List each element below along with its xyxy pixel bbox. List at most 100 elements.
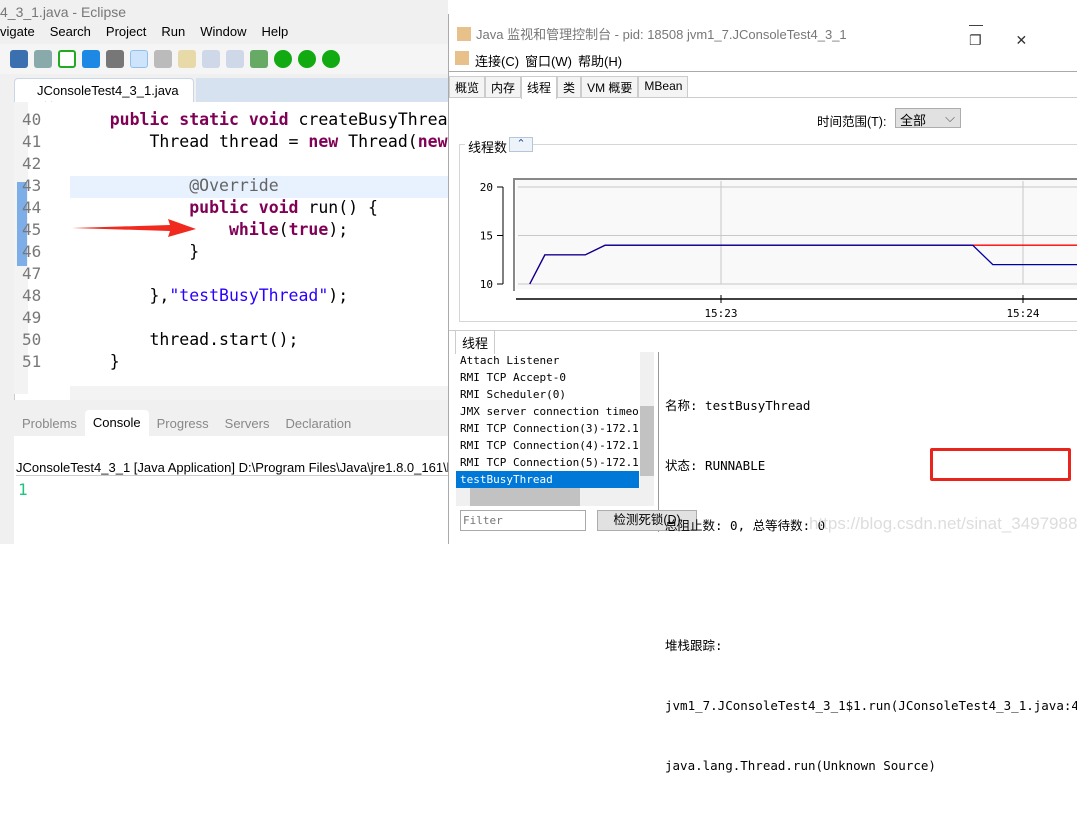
red-arrow-annotation xyxy=(72,219,196,237)
time-range-select[interactable]: 全部 ⌵ xyxy=(895,108,961,128)
menu-bar: 连接(C) 窗口(W) 帮助(H) xyxy=(455,51,622,70)
time-range-label: 时间范围(T): xyxy=(817,115,887,129)
code-line[interactable]: } xyxy=(70,242,199,261)
menu-item[interactable]: Project xyxy=(106,24,146,39)
vertical-scrollbar[interactable] xyxy=(640,352,654,506)
tab[interactable]: 类 xyxy=(557,76,582,97)
java-icon xyxy=(457,27,471,41)
time-range-value: 全部 xyxy=(900,113,927,128)
whitespace-icon[interactable] xyxy=(226,50,244,68)
run-icon[interactable] xyxy=(274,50,292,68)
editor-tab[interactable]: JConsoleTest4_3_1.java ✕ xyxy=(14,78,194,113)
x-tick-label: 15:24 xyxy=(1006,307,1039,319)
y-tick-label: 10 xyxy=(480,278,493,291)
code-token: } xyxy=(70,242,200,261)
panel-tabs: Problems Console Progress Servers Declaratio… xyxy=(14,410,448,436)
stack-label: 堆栈跟踪: xyxy=(665,638,723,653)
block-icon[interactable] xyxy=(202,50,220,68)
thread-list-item[interactable]: RMI TCP Connection(5)-172.19.5 xyxy=(456,454,639,471)
code-token: @Override xyxy=(189,176,279,195)
code-token: new xyxy=(417,132,448,151)
menu-item[interactable]: 连接(C) xyxy=(475,51,519,70)
code-token: "testBusyThread" xyxy=(169,286,329,305)
menu-item[interactable]: Help xyxy=(261,24,288,39)
tab[interactable]: 线程 xyxy=(521,76,558,99)
line-number: 43 xyxy=(22,176,42,195)
main-tabs: 概览 内存 线程类 VM 概要 MBean xyxy=(449,76,1077,99)
code-line[interactable]: },"testBusyThread"); xyxy=(70,286,348,305)
code-token: run() { xyxy=(298,198,378,217)
window-controls[interactable]: —❐✕ xyxy=(969,16,1077,49)
panel-tab-declaration[interactable]: Declaration xyxy=(277,416,359,431)
code-line[interactable]: public void run() { xyxy=(70,198,378,217)
code-line[interactable]: Thread thread = new Thread(new xyxy=(70,132,448,151)
panel-tab-console[interactable]: Console xyxy=(84,410,149,436)
divider xyxy=(449,71,1077,72)
tab[interactable]: 概览 xyxy=(449,76,486,97)
split-divider[interactable] xyxy=(658,352,659,532)
line-number: 47 xyxy=(22,264,42,283)
window-title: Java 监视和管理控制台 - pid: 18508 jvm1_7.JConso… xyxy=(457,24,847,43)
debug-icon[interactable] xyxy=(250,50,268,68)
code-line[interactable]: public static void createBusyThread xyxy=(70,110,458,129)
code-token: while xyxy=(228,220,279,239)
line-number: 44 xyxy=(22,198,42,217)
menu-item[interactable]: Window xyxy=(200,24,246,39)
annotation-icon[interactable] xyxy=(178,50,196,68)
thread-list-item[interactable]: testBusyThread xyxy=(456,471,639,488)
thread-list-item[interactable]: Attach Listener xyxy=(456,352,639,369)
code-token: ( xyxy=(278,220,289,239)
thread-list-item[interactable]: RMI TCP Connection(4)-172.19.5 xyxy=(456,437,639,454)
horizontal-scrollbar[interactable] xyxy=(456,488,654,506)
stack-frame: java.lang.Thread.run(Unknown Source) xyxy=(665,758,936,773)
red-highlight-box xyxy=(930,448,1071,481)
panel-tab-servers[interactable]: Servers xyxy=(217,416,278,431)
chart-group-label: 线程数 xyxy=(465,137,511,156)
code-line[interactable]: @Override xyxy=(70,176,279,195)
horizontal-scrollbar[interactable] xyxy=(70,386,448,400)
tab[interactable]: MBean xyxy=(638,76,689,97)
menu-item[interactable]: 帮助(H) xyxy=(578,51,622,70)
code-line[interactable]: } xyxy=(70,352,120,371)
line-number: 46 xyxy=(22,242,42,261)
collapse-button[interactable]: ⌃ xyxy=(509,137,533,152)
thread-list-item[interactable]: JMX server connection timeout xyxy=(456,403,639,420)
console-output: 1 xyxy=(18,480,28,499)
thread-list-item[interactable]: RMI Scheduler(0) xyxy=(456,386,639,403)
thread-list-item[interactable]: RMI TCP Connection(3)-172.19.5 xyxy=(456,420,639,437)
menu-item[interactable]: Run xyxy=(161,24,185,39)
window-title: 4_3_1.java - Eclipse xyxy=(0,4,127,20)
font-icon[interactable] xyxy=(82,50,100,68)
thread-count-chart: 10 15 20 15:23 15:24 xyxy=(480,178,1077,319)
line-number: 45 xyxy=(22,220,42,239)
panel-tab-problems[interactable]: Problems xyxy=(14,416,85,431)
menu-bar: vigate Search Project Run Window Help xyxy=(0,24,288,39)
line-number: 40 xyxy=(22,110,42,129)
code-token: true xyxy=(288,220,329,239)
graph-icon[interactable] xyxy=(58,50,76,68)
panel-tab-progress[interactable]: Progress xyxy=(149,416,217,431)
skip-icon[interactable] xyxy=(34,50,52,68)
external-tools-icon[interactable] xyxy=(322,50,340,68)
monitor-icon[interactable] xyxy=(10,50,28,68)
code-line[interactable]: thread.start(); xyxy=(70,330,298,349)
y-tick-label: 15 xyxy=(480,230,493,243)
tab[interactable]: VM 概要 xyxy=(581,76,639,97)
filter-input[interactable] xyxy=(460,510,586,531)
thread-list[interactable]: Attach Listener RMI TCP Accept-0 RMI Sched… xyxy=(456,352,639,506)
thread-name: 名称: testBusyThread xyxy=(665,398,811,413)
menu-item[interactable]: Search xyxy=(50,24,91,39)
menu-item[interactable]: vigate xyxy=(0,24,35,39)
code-token: Thread( xyxy=(338,132,418,151)
coverage-icon[interactable] xyxy=(298,50,316,68)
thread-list-item[interactable]: RMI TCP Accept-0 xyxy=(456,369,639,386)
menu-item[interactable]: 窗口(W) xyxy=(525,51,572,70)
toggle-icon[interactable] xyxy=(106,50,124,68)
tab[interactable]: 内存 xyxy=(485,76,522,97)
occurrence-icon[interactable] xyxy=(154,50,172,68)
highlight-icon[interactable] xyxy=(130,50,148,68)
jconsole-window: Java 监视和管理控制台 - pid: 18508 jvm1_7.JConso… xyxy=(448,14,1077,773)
threads-tab[interactable]: 线程 xyxy=(455,330,496,354)
